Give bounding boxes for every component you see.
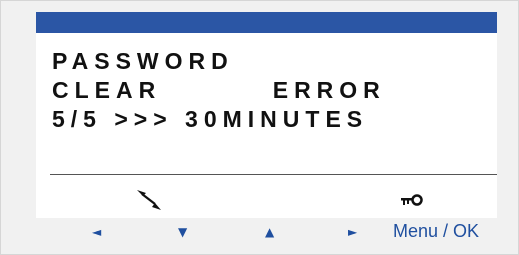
screen-line-clear-error: CLEAR ERROR [52,77,386,103]
navigate-arrows-icon [137,190,161,210]
lcd-screen: PASSWORD CLEAR ERROR 5/5 >>> 30MINUTES [36,12,497,218]
up-arrow-button[interactable]: ▲ [265,225,274,239]
right-arrow-button[interactable]: ► [348,225,357,239]
screen-line-password: PASSWORD [52,48,234,74]
key-icon [401,194,423,206]
screen-title-bar [36,12,497,33]
screen-line-lockout-time: 5/5 >>> 30MINUTES [52,106,369,132]
device-panel: PASSWORD CLEAR ERROR 5/5 >>> 30MINUTES ◄… [0,0,519,255]
left-arrow-button[interactable]: ◄ [92,225,101,239]
screen-divider [50,174,497,175]
down-arrow-button[interactable]: ▼ [178,225,187,239]
menu-ok-button[interactable]: Menu / OK [393,220,479,242]
